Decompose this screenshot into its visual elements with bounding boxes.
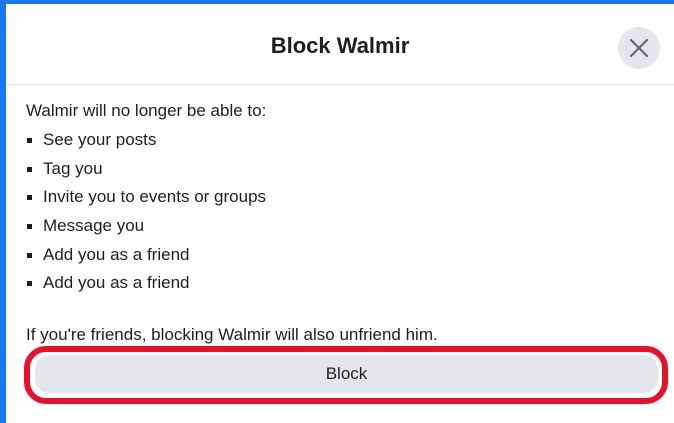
list-item-label: Tag you <box>43 158 103 178</box>
bullet-icon <box>27 252 32 258</box>
list-item-label: See your posts <box>43 130 157 149</box>
bullet-icon <box>27 224 32 230</box>
block-button-label: Block <box>325 364 368 383</box>
list-item: Tag you <box>26 155 660 184</box>
list-item-label: Message you <box>43 216 145 236</box>
dialog-title: Block Walmir <box>270 33 410 58</box>
restriction-list: See your posts Tag you Invite you to eve… <box>26 126 660 298</box>
dialog-body: Walmir will no longer be able to: See yo… <box>26 96 660 344</box>
list-item: Message you <box>26 212 660 241</box>
bullet-icon <box>27 166 32 172</box>
bullet-icon <box>27 138 32 143</box>
bullet-icon <box>27 281 32 287</box>
list-item-label: Add you as a friend <box>43 273 190 293</box>
dialog-header: Block Walmir <box>6 4 674 85</box>
bullet-icon <box>27 195 32 201</box>
block-dialog: Block Walmir Walmir will no longer be ab… <box>0 0 674 423</box>
unfriend-note: If you're friends, blocking Walmir will … <box>26 325 438 344</box>
block-button[interactable]: Block <box>35 355 658 393</box>
intro-text: Walmir will no longer be able to: <box>26 101 267 120</box>
close-button[interactable] <box>618 27 660 69</box>
list-item: See your posts <box>26 126 660 155</box>
list-item: Invite you to events or groups <box>26 183 660 212</box>
close-icon <box>629 38 649 58</box>
list-item-label: Invite you to events or groups <box>43 187 267 207</box>
list-item: Add you as a friend <box>26 241 660 270</box>
list-item-label: Add you as a friend <box>43 244 190 264</box>
list-item: Add you as a friend <box>26 269 660 298</box>
